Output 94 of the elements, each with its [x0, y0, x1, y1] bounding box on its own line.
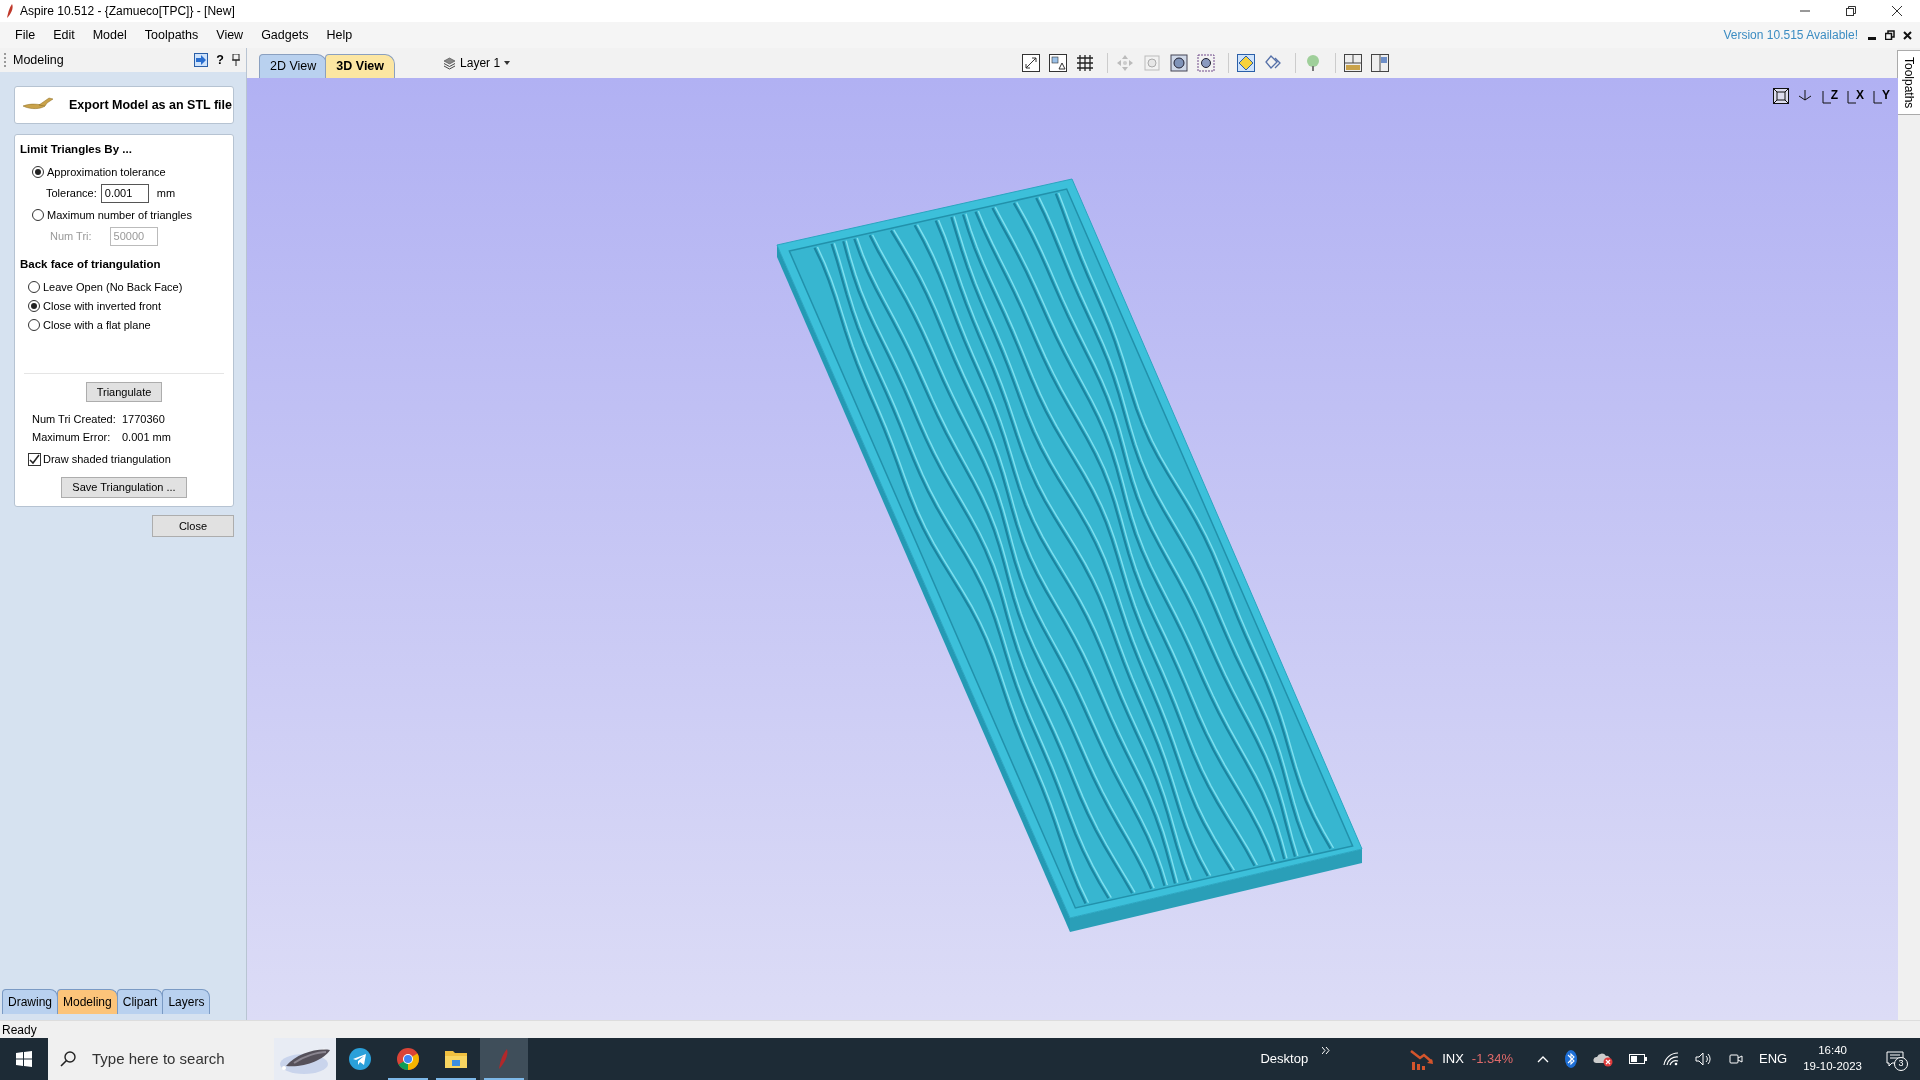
stock-change: -1.34%: [1471, 1050, 1513, 1069]
field-label: Tolerance:: [46, 186, 97, 201]
radio-button[interactable]: [32, 208, 44, 221]
restore-icon[interactable]: [1846, 6, 1856, 16]
axis-view-button[interactable]: Z: [1830, 86, 1838, 104]
axes-icon[interactable]: [1820, 90, 1831, 104]
camera-icon[interactable]: [1729, 1051, 1743, 1067]
app-icon[interactable]: [396, 1047, 420, 1071]
menu-item[interactable]: Model: [83, 25, 136, 45]
split-view-icon[interactable]: [1344, 54, 1363, 72]
option-label: Close with a flat plane: [43, 317, 151, 333]
panel-tab[interactable]: Modeling: [57, 989, 118, 1014]
checkbox-label: Draw shaded triangulation: [43, 452, 171, 468]
side-tab[interactable]: Toolpaths: [1897, 50, 1920, 116]
speaker-icon[interactable]: [1695, 1052, 1713, 1066]
option-label: Approximation tolerance: [47, 164, 166, 180]
feather-icon: [6, 4, 14, 18]
search-field[interactable]: Type here to search: [48, 1038, 336, 1080]
option-label: Close with inverted front: [43, 298, 161, 314]
notification-icon[interactable]: [1886, 1051, 1904, 1067]
clock-time[interactable]: 16:40: [1803, 1043, 1862, 1059]
double-chevron-icon[interactable]: [1322, 1046, 1331, 1054]
diamond-icon[interactable]: [1237, 54, 1256, 72]
grid-icon[interactable]: [1076, 54, 1095, 72]
close-button[interactable]: Close: [151, 514, 234, 537]
menu-item[interactable]: View: [207, 25, 253, 45]
wifi-icon[interactable]: [1663, 1052, 1679, 1066]
app-icon[interactable]: [348, 1047, 372, 1071]
panel-title: Modeling: [13, 51, 65, 69]
close-icon[interactable]: [1892, 6, 1902, 16]
zoom-icon[interactable]: [1197, 54, 1216, 72]
layer-dropdown[interactable]: Layer 1: [460, 54, 501, 72]
menu-item[interactable]: Gadgets: [252, 25, 318, 45]
layers-icon: [443, 56, 457, 70]
caret-icon[interactable]: [504, 61, 511, 65]
axis-view-button[interactable]: Y: [1882, 86, 1890, 104]
triangulate-button[interactable]: Triangulate: [85, 381, 163, 402]
clock-date[interactable]: 19-10-2023: [1803, 1059, 1862, 1075]
wavy-panel-model-drawing[interactable]: [776, 178, 1363, 932]
menu-item[interactable]: Toolpaths: [135, 25, 208, 45]
chevron-up-icon[interactable]: [1537, 1055, 1549, 1063]
close-icon[interactable]: [1903, 30, 1912, 40]
window-title: Aspire 10.512 - {Zamueco[TPC]} - [New]: [20, 3, 235, 20]
result-value: 0.001 mm: [122, 429, 171, 445]
restore-icon[interactable]: [1885, 30, 1895, 40]
search-placeholder: Type here to search: [92, 1048, 226, 1069]
radio-button[interactable]: [32, 165, 44, 178]
panel-tab[interactable]: Layers: [162, 989, 211, 1014]
panel-tab[interactable]: Clipart: [116, 989, 164, 1014]
menu-item[interactable]: Help: [317, 25, 362, 45]
input-field[interactable]: 0.001: [100, 183, 149, 203]
radio-button[interactable]: [28, 281, 40, 293]
toolbar-label[interactable]: Desktop: [1260, 1049, 1309, 1069]
zoom-icon[interactable]: [1170, 54, 1189, 72]
save-button[interactable]: Save Triangulation ...: [61, 477, 187, 498]
view-tab[interactable]: 3D View: [325, 54, 396, 78]
menu-item[interactable]: Edit: [44, 25, 84, 45]
radio-button[interactable]: [28, 319, 40, 331]
resize-icon[interactable]: [1022, 54, 1041, 72]
stock-symbol: INX: [1442, 1050, 1464, 1069]
axes-icon[interactable]: [1845, 90, 1856, 104]
pin-icon[interactable]: [232, 54, 240, 66]
result-label: Num Tri Created:: [32, 411, 117, 427]
option-label: Leave Open (No Back Face): [43, 279, 183, 295]
result-label: Maximum Error:: [32, 429, 112, 445]
group-title: Limit Triangles By ...: [20, 142, 133, 157]
zoom-extents-icon[interactable]: [1772, 88, 1789, 104]
view-tab[interactable]: 2D View: [259, 54, 328, 78]
panel-tab[interactable]: Drawing: [2, 989, 58, 1014]
update-link[interactable]: Version 10.515 Available!: [1723, 26, 1858, 44]
bluetooth-icon[interactable]: [1565, 1050, 1577, 1068]
result-value: 1770360: [122, 411, 165, 427]
battery-icon[interactable]: [1629, 1054, 1647, 1064]
split-view-icon[interactable]: [1371, 54, 1390, 72]
checkbox[interactable]: [28, 453, 41, 466]
language-indicator[interactable]: ENG: [1759, 1049, 1788, 1069]
group-title: Back face of triangulation: [20, 257, 162, 273]
windows-logo-icon[interactable]: [16, 1051, 32, 1067]
dock-icon[interactable]: [194, 53, 209, 67]
search-icon: [60, 1051, 76, 1067]
radio-button[interactable]: [28, 300, 40, 312]
unit-label: mm: [156, 186, 176, 201]
tool-title: Export Model as an STL file: [69, 96, 232, 114]
chart-down-icon: [1410, 1048, 1435, 1070]
help-button[interactable]: ?: [216, 50, 224, 70]
notification-badge: 3: [1894, 1057, 1908, 1071]
status-text: Ready: [2, 1021, 37, 1039]
layout-icon[interactable]: [1049, 54, 1068, 72]
option-label: Maximum number of triangles: [47, 207, 192, 223]
axis-view-button[interactable]: X: [1855, 86, 1864, 104]
menu-item[interactable]: File: [6, 25, 45, 45]
field-label: Num Tri:: [50, 229, 92, 244]
cloud-error-icon[interactable]: [1593, 1051, 1613, 1067]
axes-icon[interactable]: [1872, 90, 1882, 104]
